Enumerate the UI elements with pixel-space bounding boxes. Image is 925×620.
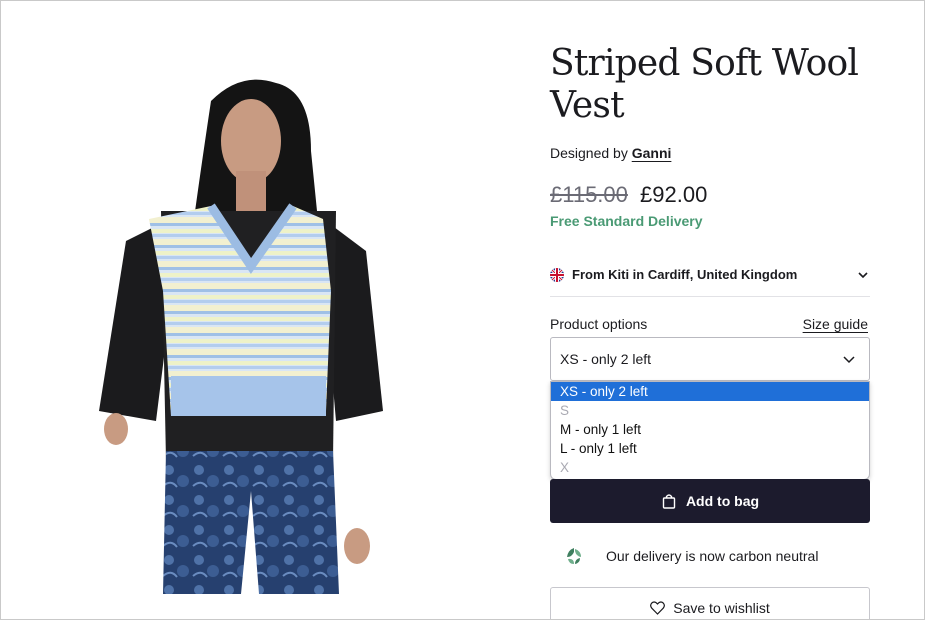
designer-link[interactable]: Ganni [632,145,672,161]
add-to-bag-label: Add to bag [685,493,760,509]
carbon-neutral-text: Our delivery is now carbon neutral [606,548,819,564]
product-options-label: Product options [550,316,648,332]
seller-row[interactable]: From Kiti in Cardiff, United Kingdom [550,253,870,297]
size-guide-link[interactable]: Size guide [803,316,868,332]
shopping-bag-icon [661,493,677,509]
size-option-xs[interactable]: XS - only 2 left [551,382,869,401]
product-page: Striped Soft Wool Vest Designed by Ganni… [0,0,925,620]
heart-icon [650,601,666,615]
size-select-value: XS - only 2 left [560,351,652,367]
product-title: Striped Soft Wool Vest [550,43,859,126]
size-option-s: S [560,403,570,418]
size-option-l[interactable]: L - only 1 left [551,439,869,458]
seller-location: From Kiti in Cardiff, United Kingdom [572,267,798,282]
delivery-note: Free Standard Delivery [550,213,703,229]
size-select[interactable]: XS - only 2 left [550,337,870,381]
designed-by-label: Designed by [550,145,628,161]
carbon-neutral-note: Our delivery is now carbon neutral [550,542,870,570]
leaf-icon [564,546,584,566]
chevron-down-icon[interactable] [856,268,870,282]
size-option-x: X [560,460,570,475]
price-row: £115.00 £92.00 [550,182,707,208]
save-to-wishlist-button[interactable]: Save to wishlist [550,587,870,619]
original-price: £115.00 [550,182,628,207]
add-to-bag-button[interactable]: Add to bag [550,479,870,523]
uk-flag-icon [550,267,564,282]
sale-price: £92.00 [640,182,708,207]
designer-line: Designed by Ganni [550,145,671,161]
size-option-m[interactable]: M - only 1 left [551,420,869,439]
wishlist-label: Save to wishlist [673,600,770,616]
chevron-down-icon [841,351,857,367]
size-dropdown-list: XS - only 2 left S M - only 1 left L - o… [550,381,870,480]
product-image[interactable] [71,41,511,594]
